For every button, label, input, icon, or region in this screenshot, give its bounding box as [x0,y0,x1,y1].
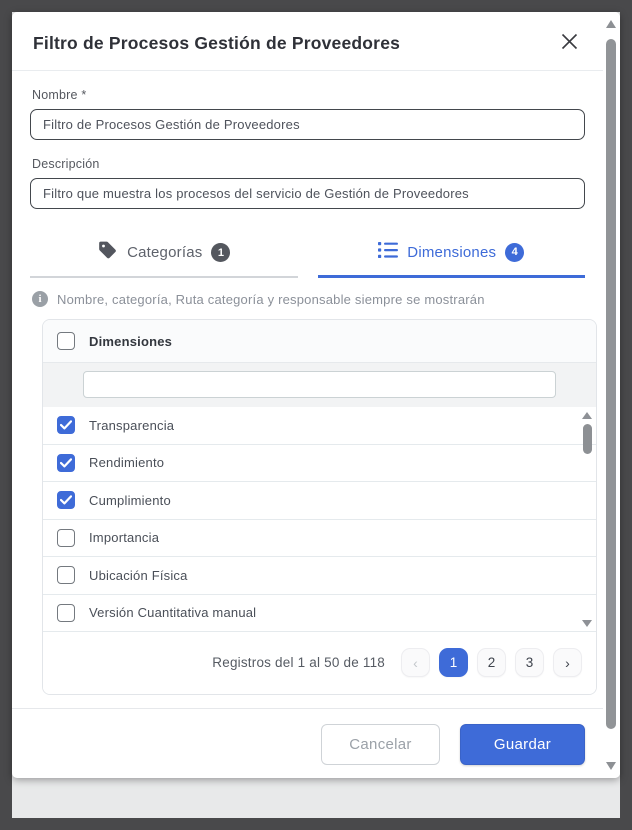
next-page-button[interactable]: › [553,648,582,677]
row-checkbox[interactable] [57,529,75,547]
name-label: Nombre * [32,88,585,102]
page-button-1[interactable]: 1 [439,648,468,677]
list-item[interactable]: Rendimiento [43,445,596,483]
list-item-label: Ubicación Física [89,568,188,583]
prev-page-button[interactable]: ‹ [401,648,430,677]
save-button[interactable]: Guardar [460,724,585,765]
modal-body: Nombre * Descripción Categorías 1 [12,71,603,695]
description-label: Descripción [32,157,585,171]
modal-header: Filtro de Procesos Gestión de Proveedore… [12,12,603,71]
list-item-label: Rendimiento [89,455,164,470]
list-item-label: Cumplimiento [89,493,171,508]
close-icon [559,31,580,55]
list-item-label: Importancia [89,530,159,545]
pagination: Registros del 1 al 50 de 118 ‹ 123 › [43,632,596,694]
pagination-summary: Registros del 1 al 50 de 118 [212,655,385,670]
modal-content: Filtro de Procesos Gestión de Proveedore… [12,12,603,778]
page-button-2[interactable]: 2 [477,648,506,677]
tab-categorias-label: Categorías [127,244,202,261]
table-search-input[interactable] [83,371,556,398]
modal-scroll-up-arrow-icon[interactable] [606,20,616,28]
scroll-up-arrow-icon[interactable] [582,412,592,419]
table-header-label: Dimensiones [89,334,172,349]
list-item-label: Versión Cuantitativa manual [89,605,256,620]
scroll-down-arrow-icon[interactable] [582,620,592,627]
info-icon: i [32,291,48,307]
modal-scrollbar-thumb[interactable] [606,39,616,729]
info-note-text: Nombre, categoría, Ruta categoría y resp… [57,292,485,307]
page-buttons: ‹ 123 › [401,648,582,677]
row-checkbox[interactable] [57,604,75,622]
list-item[interactable]: Importancia [43,520,596,558]
tab-dimensiones[interactable]: Dimensiones 4 [318,240,586,278]
tag-icon [97,240,118,265]
list-scrollbar[interactable] [581,412,593,627]
list-scrollbar-thumb[interactable] [583,424,592,454]
modal-scrollbar[interactable] [603,12,620,778]
page-background: Filtro de Procesos Gestión de Proveedore… [12,12,620,818]
tab-bar: Categorías 1 Dimensiones 4 [30,240,585,278]
tab-dimensiones-badge: 4 [505,243,524,262]
dimensions-list: Transparencia Rendimiento Cumplimiento I… [43,407,596,632]
modal-footer: Cancelar Guardar [12,708,603,778]
name-input[interactable] [30,109,585,140]
list-item[interactable]: Versión Cuantitativa manual [43,595,596,633]
cancel-button[interactable]: Cancelar [321,724,440,765]
list-icon [378,241,398,264]
tab-dimensiones-label: Dimensiones [407,244,496,261]
description-input[interactable] [30,178,585,209]
filter-modal: Filtro de Procesos Gestión de Proveedore… [12,12,620,778]
dimensions-table: Dimensiones Transparencia Rendimiento [42,319,597,695]
tab-categorias-badge: 1 [211,243,230,262]
row-checkbox[interactable] [57,416,75,434]
row-checkbox[interactable] [57,491,75,509]
list-item[interactable]: Ubicación Física [43,557,596,595]
page-button-3[interactable]: 3 [515,648,544,677]
row-checkbox[interactable] [57,566,75,584]
row-checkbox[interactable] [57,454,75,472]
modal-scroll-down-arrow-icon[interactable] [606,762,616,770]
table-search-row [43,363,596,407]
table-header-row: Dimensiones [43,320,596,363]
select-all-checkbox[interactable] [57,332,75,350]
tab-categorias[interactable]: Categorías 1 [30,240,298,278]
list-item[interactable]: Cumplimiento [43,482,596,520]
close-button[interactable] [557,31,581,55]
info-note: i Nombre, categoría, Ruta categoría y re… [32,291,585,307]
list-item[interactable]: Transparencia [43,407,596,445]
modal-title: Filtro de Procesos Gestión de Proveedore… [33,33,400,54]
list-item-label: Transparencia [89,418,174,433]
